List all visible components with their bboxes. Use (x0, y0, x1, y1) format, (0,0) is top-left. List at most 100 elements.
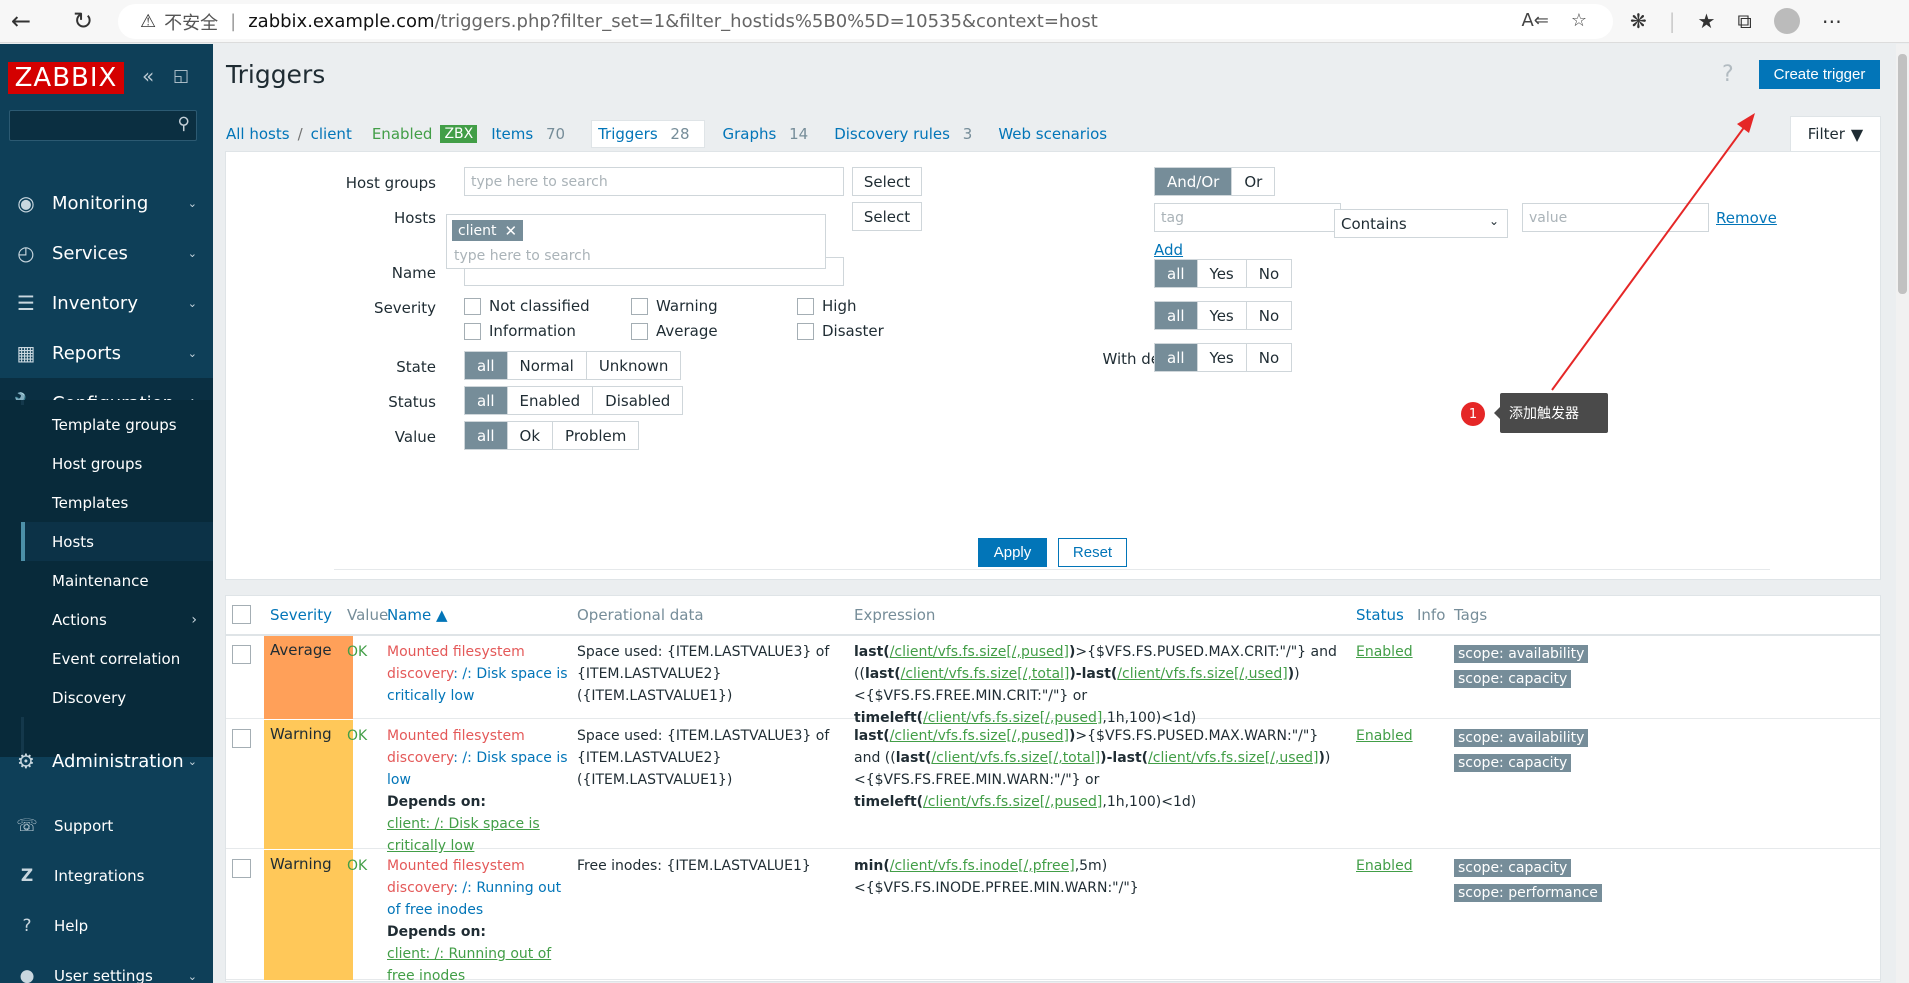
tag-badge[interactable]: scope: availability (1454, 729, 1589, 747)
breadcrumb-all-hosts[interactable]: All hosts (226, 125, 290, 143)
dependencies-all[interactable]: all (1155, 344, 1198, 371)
status-all[interactable]: all (465, 387, 508, 414)
header-name[interactable]: Name ▲ (387, 596, 448, 634)
expr-item-link[interactable]: /client/vfs.fs.size[/,pused] (890, 644, 1069, 660)
tag-add-link[interactable]: Add (1154, 241, 1183, 259)
header-status[interactable]: Status (1356, 596, 1404, 634)
expr-item-link[interactable]: /client/vfs.fs.size[/,pused] (890, 728, 1069, 744)
inherited-yes[interactable]: Yes (1197, 260, 1247, 287)
status-enabled-link[interactable]: Enabled (1356, 641, 1413, 663)
discovered-no[interactable]: No (1246, 302, 1292, 329)
page-scrollbar[interactable] (1896, 44, 1909, 983)
create-trigger-button[interactable]: Create trigger (1759, 60, 1880, 89)
discovered-all[interactable]: all (1155, 302, 1198, 329)
remove-chip-icon[interactable]: ✕ (504, 222, 517, 240)
severity-disaster-checkbox[interactable]: Disaster (797, 322, 884, 340)
collections-icon[interactable]: ⧉ (1737, 9, 1751, 33)
state-normal[interactable]: Normal (507, 352, 587, 379)
status-enabled-link[interactable]: Enabled (1356, 725, 1413, 747)
menu-services[interactable]: ◴ Services ⌄ (0, 228, 213, 278)
tags-or[interactable]: Or (1232, 168, 1275, 195)
host-groups-input[interactable]: type here to search (464, 167, 844, 196)
zabbix-logo[interactable]: ZABBIX (8, 62, 124, 94)
row-checkbox[interactable] (232, 859, 251, 878)
tag-remove-link[interactable]: Remove (1716, 209, 1777, 227)
back-icon[interactable]: ← (0, 0, 42, 42)
submenu-host-groups[interactable]: Host groups (21, 444, 213, 483)
tag-name-input[interactable]: tag (1154, 203, 1341, 232)
header-severity[interactable]: Severity (270, 596, 332, 634)
value-all[interactable]: all (465, 422, 508, 449)
more-icon[interactable]: ⋯ (1822, 9, 1842, 33)
row-checkbox[interactable] (232, 645, 251, 664)
expr-item-link[interactable]: /client/vfs.fs.inode[/,pfree] (890, 858, 1075, 874)
host-groups-select-button[interactable]: Select (852, 167, 922, 196)
tab-triggers[interactable]: Triggers 28 (591, 120, 705, 148)
status-enabled[interactable]: Enabled (507, 387, 594, 414)
tags-andor[interactable]: And/Or (1155, 168, 1233, 195)
favorite-add-icon[interactable]: ☆ (1571, 10, 1587, 31)
address-bar[interactable]: ⚠ 不安全 | zabbix.example.com/triggers.php?… (118, 4, 1613, 39)
tag-badge[interactable]: scope: capacity (1454, 859, 1572, 877)
read-aloud-icon[interactable]: A⇐ (1521, 10, 1548, 31)
inherited-no[interactable]: No (1246, 260, 1292, 287)
dependency-link[interactable]: client: /: Disk space is critically low (387, 816, 540, 854)
menu-support[interactable]: ☏ Support (0, 801, 213, 851)
tag-value-input[interactable]: value (1522, 203, 1709, 232)
severity-information-checkbox[interactable]: Information (464, 322, 576, 340)
submenu-event-correlation[interactable]: Event correlation (21, 639, 213, 678)
host-status-enabled[interactable]: Enabled (372, 125, 433, 143)
kiosk-mode-icon[interactable]: ◱ (173, 66, 189, 86)
favorites-icon[interactable]: ★ (1698, 9, 1716, 33)
tab-items[interactable]: Items 70 (491, 125, 573, 143)
select-all-checkbox[interactable] (232, 605, 251, 624)
tab-discovery-rules[interactable]: Discovery rules 3 (834, 125, 980, 143)
value-problem[interactable]: Problem (553, 422, 639, 449)
hosts-multiselect[interactable]: client ✕ type here to search (446, 214, 826, 269)
severity-warning-checkbox[interactable]: Warning (631, 297, 718, 315)
value-ok[interactable]: Ok (507, 422, 554, 449)
severity-high-checkbox[interactable]: High (797, 297, 856, 315)
state-unknown[interactable]: Unknown (586, 352, 681, 379)
sidebar-search-input[interactable]: ⚲ (9, 110, 197, 141)
menu-integrations[interactable]: Z Integrations (0, 851, 213, 901)
state-all[interactable]: all (465, 352, 508, 379)
collapse-sidebar-icon[interactable]: « (142, 64, 154, 88)
tag-operator-select[interactable]: Contains ⌄ (1334, 209, 1508, 238)
apply-button[interactable]: Apply (978, 538, 1047, 567)
tag-badge[interactable]: scope: availability (1454, 645, 1589, 663)
scrollbar-thumb[interactable] (1898, 54, 1907, 294)
severity-not-classified-checkbox[interactable]: Not classified (464, 297, 590, 315)
menu-user-settings[interactable]: ● User settings ⌄ (0, 951, 213, 983)
submenu-maintenance[interactable]: Maintenance (21, 561, 213, 600)
profile-avatar[interactable] (1773, 8, 1800, 34)
hosts-select-button[interactable]: Select (852, 202, 922, 231)
tag-badge[interactable]: scope: performance (1454, 884, 1602, 902)
submenu-templates[interactable]: Templates (21, 483, 213, 522)
breadcrumb-host[interactable]: client (311, 125, 352, 143)
tag-badge[interactable]: scope: capacity (1454, 754, 1572, 772)
menu-reports[interactable]: ▦ Reports ⌄ (0, 328, 213, 378)
expr-item-link[interactable]: /client/vfs.fs.size[/,total] (931, 750, 1100, 766)
filter-tab[interactable]: Filter ▼ (1790, 116, 1881, 151)
status-disabled[interactable]: Disabled (593, 387, 683, 414)
menu-inventory[interactable]: ☰ Inventory ⌄ (0, 278, 213, 328)
extensions-icon[interactable]: ❋ (1630, 9, 1647, 33)
expr-item-link[interactable]: /client/vfs.fs.size[/,pused] (923, 794, 1102, 810)
inherited-all[interactable]: all (1155, 260, 1198, 287)
menu-help[interactable]: ? Help (0, 901, 213, 951)
reset-button[interactable]: Reset (1058, 538, 1127, 567)
expr-item-link[interactable]: /client/vfs.fs.size[/,used] (1117, 666, 1287, 682)
expr-item-link[interactable]: /client/vfs.fs.size[/,used] (1148, 750, 1318, 766)
dependencies-no[interactable]: No (1246, 344, 1292, 371)
submenu-discovery[interactable]: Discovery (21, 678, 213, 717)
search-icon[interactable]: ⚲ (178, 114, 190, 134)
dependencies-yes[interactable]: Yes (1197, 344, 1247, 371)
submenu-actions[interactable]: Actions › (21, 600, 213, 639)
dependency-link[interactable]: client: /: Running out of free inodes (387, 946, 551, 981)
discovered-yes[interactable]: Yes (1197, 302, 1247, 329)
tab-graphs[interactable]: Graphs 14 (723, 125, 817, 143)
tag-badge[interactable]: scope: capacity (1454, 670, 1572, 688)
status-enabled-link[interactable]: Enabled (1356, 855, 1413, 877)
severity-average-checkbox[interactable]: Average (631, 322, 718, 340)
